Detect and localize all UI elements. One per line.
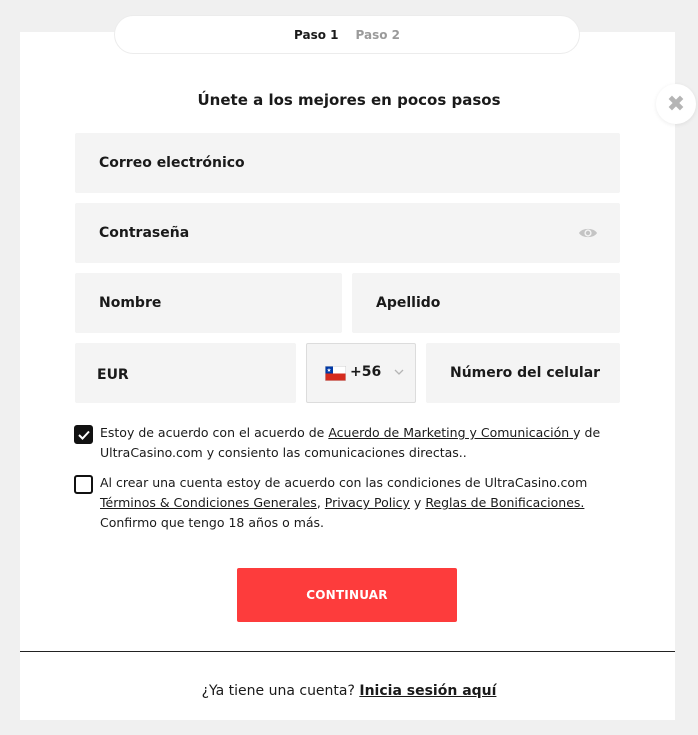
login-link[interactable]: Inicia sesión aquí (359, 683, 496, 699)
password-field[interactable]: Contraseña (75, 203, 620, 263)
login-question: ¿Ya tiene una cuenta? (201, 683, 360, 699)
terms-consent-text: Al crear una cuenta estoy de acuerdo con… (100, 473, 614, 533)
terms-consent-row: Al crear una cuenta estoy de acuerdo con… (74, 473, 614, 533)
chile-flag-icon (325, 366, 346, 381)
terms-separator-1: , (316, 495, 325, 510)
age-confirmation-text: Confirmo que tengo 18 años o más. (100, 515, 325, 530)
form-title: Únete a los mejores en pocos pasos (197, 91, 501, 109)
close-button[interactable]: ✖ (656, 84, 696, 124)
phone-number-field[interactable]: Número del celular (426, 343, 620, 403)
terms-consent-checkbox[interactable] (74, 475, 93, 494)
login-prompt: ¿Ya tiene una cuenta? Inicia sesión aquí (0, 683, 698, 699)
first-name-field[interactable]: Nombre (75, 273, 342, 333)
currency-value: EUR (97, 367, 129, 383)
marketing-consent-row: Estoy de acuerdo con el acuerdo de Acuer… (74, 423, 614, 463)
step-1[interactable]: Paso 1 (294, 28, 338, 42)
currency-select[interactable]: EUR (75, 343, 296, 403)
marketing-consent-text-before: Estoy de acuerdo con el acuerdo de (100, 425, 329, 440)
close-icon: ✖ (666, 91, 686, 117)
footer-divider (20, 651, 675, 652)
email-label: Correo electrónico (99, 155, 245, 171)
continue-button[interactable]: CONTINUAR (237, 568, 457, 622)
terms-consent-text-before: Al crear una cuenta estoy de acuerdo con… (100, 475, 588, 490)
privacy-policy-link[interactable]: Privacy Policy (325, 495, 410, 510)
step-2[interactable]: Paso 2 (356, 28, 400, 42)
step-indicator: Paso 1 Paso 2 (114, 15, 580, 54)
marketing-consent-text: Estoy de acuerdo con el acuerdo de Acuer… (100, 423, 614, 463)
email-field[interactable]: Correo electrónico (75, 133, 620, 193)
phone-code-select[interactable]: +56 (306, 343, 416, 403)
terms-separator-2: y (409, 495, 426, 510)
terms-conditions-link[interactable]: Términos & Condiciones Generales (100, 495, 317, 510)
last-name-field[interactable]: Apellido (352, 273, 620, 333)
chevron-down-icon (394, 369, 404, 375)
checkmark-icon (77, 430, 90, 440)
bonus-rules-link[interactable]: Reglas de Bonificaciones. (425, 495, 584, 510)
first-name-label: Nombre (99, 295, 162, 311)
phone-number-label: Número del celular (450, 365, 601, 381)
marketing-agreement-link[interactable]: Acuerdo de Marketing y Comunicación (328, 425, 573, 440)
phone-code-value: +56 (350, 364, 382, 380)
marketing-consent-checkbox[interactable] (74, 425, 93, 444)
password-label: Contraseña (99, 225, 190, 241)
last-name-label: Apellido (376, 295, 441, 311)
eye-icon[interactable] (578, 225, 598, 241)
